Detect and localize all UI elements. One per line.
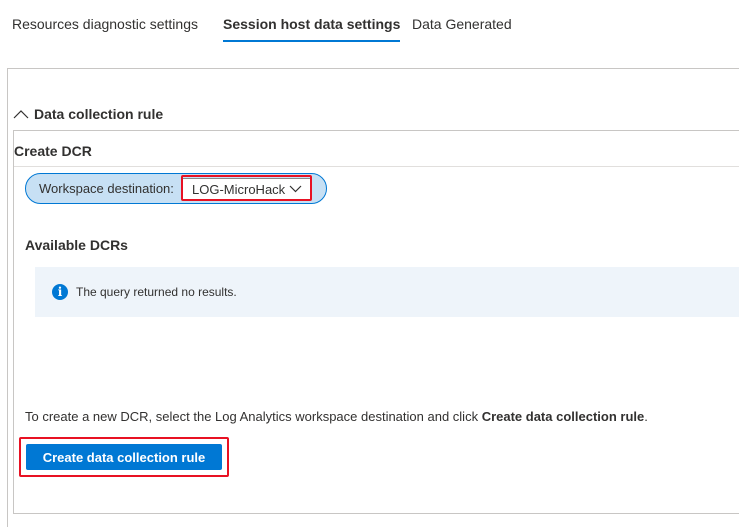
section-title: Data collection rule (34, 106, 164, 122)
instruction-bold: Create data collection rule (481, 409, 645, 424)
create-data-collection-rule-button[interactable]: Create data collection rule (26, 444, 222, 470)
data-collection-rule-header[interactable]: Data collection rule (13, 104, 163, 124)
tab-session-host-data-settings[interactable]: Session host data settings (223, 14, 401, 42)
info-message-text: The query returned no results. (76, 285, 237, 299)
info-message-bar: i The query returned no results. (35, 267, 739, 317)
workspace-destination-label: Workspace destination: (39, 181, 174, 196)
page: Resources diagnostic settings Session ho… (0, 0, 739, 527)
chevron-up-icon (13, 110, 29, 119)
workspace-destination-value: LOG-MicroHack (192, 182, 286, 197)
workspace-destination-filter[interactable]: Workspace destination: LOG-MicroHack (25, 173, 327, 204)
create-dcr-title: Create DCR (14, 143, 92, 159)
tab-resources-diagnostic-settings[interactable]: Resources diagnostic settings (12, 14, 198, 38)
tab-data-generated[interactable]: Data Generated (412, 14, 512, 38)
instruction-text: To create a new DCR, select the Log Anal… (25, 409, 648, 424)
divider (14, 166, 739, 167)
chevron-down-icon (289, 185, 302, 193)
instruction-suffix: . (644, 409, 648, 424)
instruction-prefix: To create a new DCR, select the Log Anal… (25, 409, 482, 424)
workspace-destination-dropdown[interactable]: LOG-MicroHack (182, 178, 311, 200)
available-dcrs-title: Available DCRs (25, 237, 128, 253)
info-icon: i (52, 284, 68, 300)
